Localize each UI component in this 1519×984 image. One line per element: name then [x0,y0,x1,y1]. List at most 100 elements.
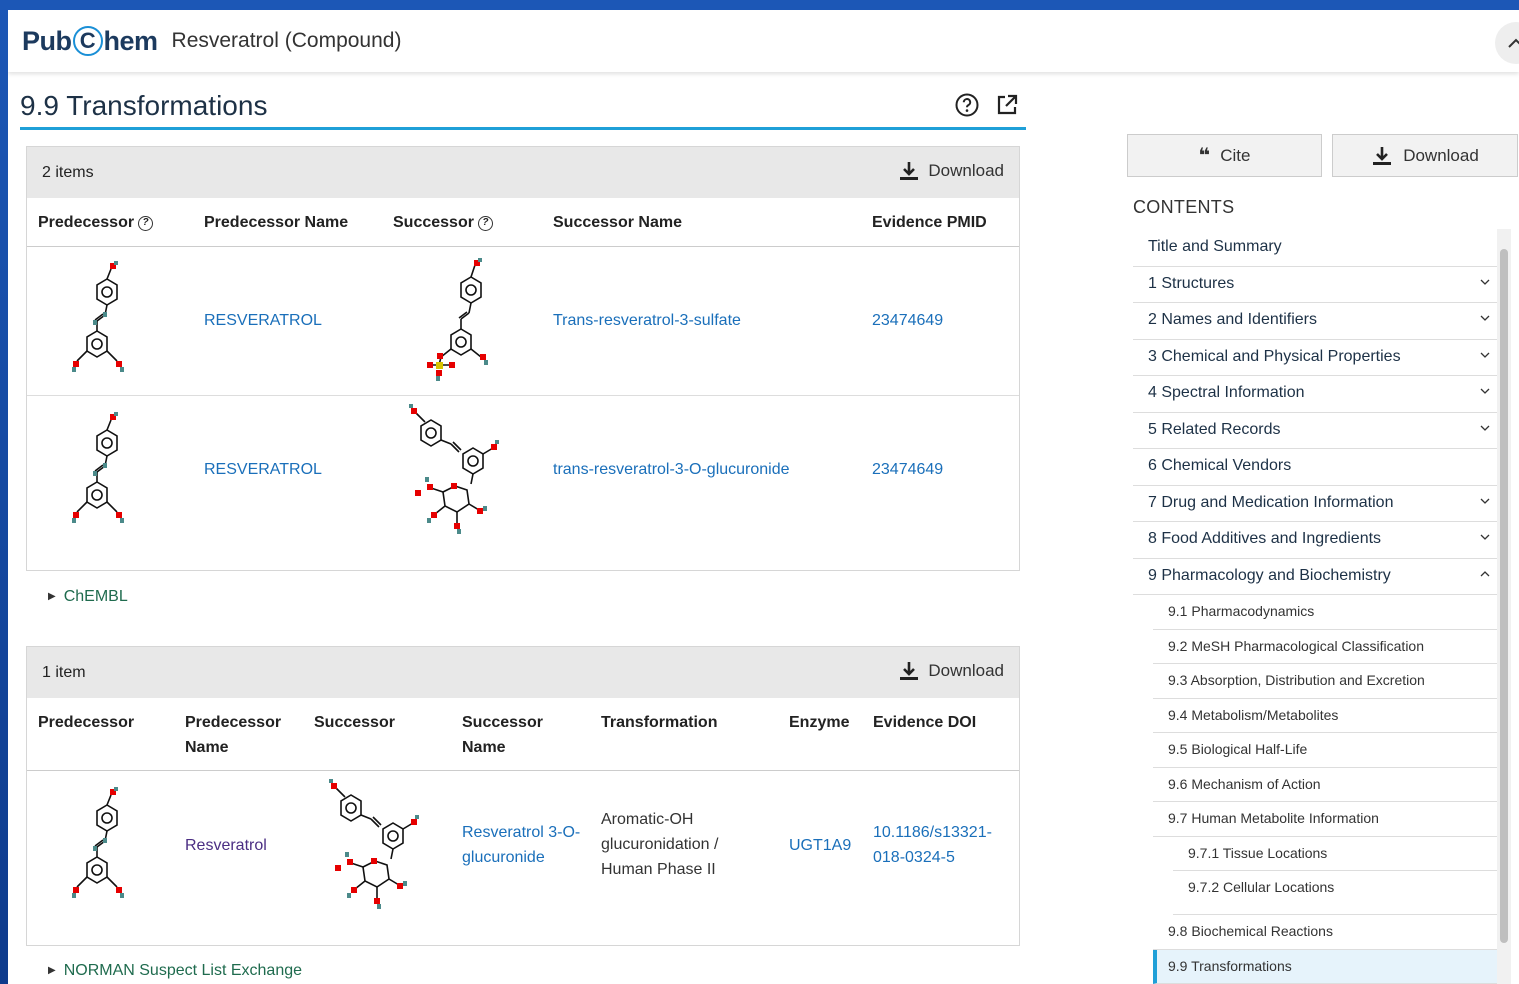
header-evidence-doi[interactable]: Evidence DOI [873,710,976,735]
sidebar-scrollbar[interactable] [1497,229,1511,984]
transformations-table-1: 2 items Download Predecessor? Predecesso… [26,146,1020,571]
logo-text-left: Pub [22,25,72,56]
successor-structure-image[interactable] [327,779,427,911]
download-button[interactable]: Download [898,160,1004,182]
table-row: RESVERATROL [27,247,1019,396]
header-enzyme[interactable]: Enzyme [789,710,849,735]
toc-list: Title and Summary 1 Structures 2 Names a… [1133,230,1501,984]
download-button[interactable]: Download [898,660,1004,682]
chevron-down-icon[interactable] [1479,349,1491,361]
download-icon [900,162,919,180]
header-evidence-pmid[interactable]: Evidence PMID [872,210,987,235]
header-successor[interactable]: Successor [314,710,395,735]
top-bar: Pub C hem Resveratrol (Compound) [8,10,1519,72]
source-label: NORMAN Suspect List Exchange [63,962,303,979]
toc-subitem-human-metabolite[interactable]: 9.7 Human Metabolite Information [1153,802,1501,837]
chevron-down-icon[interactable] [1479,422,1491,434]
toc-subitem-metabolism[interactable]: 9.4 Metabolism/Metabolites [1153,699,1501,733]
toc-item-chemical-physical-properties[interactable]: 3 Chemical and Physical Properties [1133,340,1501,376]
table-row: Resveratrol Resveratrol 3-O-glucuronide … [27,771,1019,945]
toc-item-food-additives[interactable]: 8 Food Additives and Ingredients [1133,522,1501,559]
table-toolbar: 1 item Download [27,647,1019,698]
source-link-norman[interactable]: ▶ NORMAN Suspect List Exchange [48,962,302,980]
pubchem-window: Pub C hem Resveratrol (Compound) 9.9 Tra… [8,10,1519,984]
header-successor[interactable]: Successor? [393,210,493,235]
pmid-link[interactable]: 23474649 [872,308,943,333]
toc-item-title-summary[interactable]: Title and Summary [1133,230,1501,267]
successor-structure-image[interactable] [419,257,509,383]
help-icon[interactable] [954,92,980,118]
successor-structure-image[interactable] [407,404,507,536]
predecessor-name-link[interactable]: RESVERATROL [204,457,322,482]
source-link-chembl[interactable]: ▶ ChEMBL [48,588,128,606]
section-heading: 9.9 Transformations [20,88,1026,130]
chevron-down-icon[interactable] [1479,495,1491,507]
toc-item-pharmacology-biochemistry[interactable]: 9 Pharmacology and Biochemistry [1133,559,1501,595]
pmid-link[interactable]: 23474649 [872,457,943,482]
toc-item-structures[interactable]: 1 Structures [1133,267,1501,303]
chevron-down-icon[interactable] [1479,531,1491,543]
collapse-button[interactable] [1495,22,1519,64]
table-of-contents: Title and Summary 1 Structures 2 Names a… [1127,10,1519,984]
toc-item-related-records[interactable]: 5 Related Records [1133,413,1501,449]
toc-item-chemical-vendors[interactable]: 6 Chemical Vendors [1133,449,1501,486]
predecessor-structure-image[interactable] [67,408,147,534]
enzyme-link[interactable]: UGT1A9 [789,833,851,858]
scrollbar-thumb[interactable] [1500,249,1508,943]
table-row: RESVERATROL [27,396,1019,570]
toc-subitem-mesh-classification[interactable]: 9.2 MeSH Pharmacological Classification [1153,630,1501,664]
help-icon[interactable]: ? [138,216,154,231]
predecessor-structure-image[interactable] [67,257,147,383]
header-predecessor[interactable]: Predecessor [38,710,134,735]
toc-subitem-absorption[interactable]: 9.3 Absorption, Distribution and Excreti… [1153,664,1501,699]
section-title: 9.9 Transformations [20,90,268,121]
predecessor-structure-image[interactable] [67,783,147,909]
logo-text-right: hem [103,25,159,56]
download-label: Download [928,661,1004,680]
download-label: Download [928,161,1004,180]
chevron-up-icon[interactable] [1479,568,1491,580]
transformation-text: Aromatic-OH glucuronidation / Human Phas… [601,811,719,878]
help-icon[interactable]: ? [477,216,493,231]
toc-subitem-tissue-locations[interactable]: 9.7.1 Tissue Locations [1173,837,1501,871]
chevron-down-icon[interactable] [1479,312,1491,324]
chevron-down-icon[interactable] [1479,276,1491,288]
toc-subitem-pharmacodynamics[interactable]: 9.1 Pharmacodynamics [1153,595,1501,630]
toc-subitem-transformations[interactable]: 9.9 Transformations [1153,949,1501,984]
logo-c: C [72,26,103,56]
doi-link[interactable]: 10.1186/s13321-018-0324-5 [873,820,1008,870]
header-successor-name[interactable]: Successor Name [553,210,682,235]
open-external-icon[interactable] [994,92,1020,118]
transformations-table-2: 1 item Download Predecessor Predecessor … [26,646,1020,946]
header-predecessor-name[interactable]: Predecessor Name [185,710,295,760]
header-transformation[interactable]: Transformation [601,710,717,735]
toc-item-names-identifiers[interactable]: 2 Names and Identifiers [1133,303,1501,340]
header-predecessor-name[interactable]: Predecessor Name [204,210,348,235]
toc-subitem-cellular-locations[interactable]: 9.7.2 Cellular Locations [1173,871,1501,915]
toc-subitem-biochemical-reactions[interactable]: 9.8 Biochemical Reactions [1153,915,1501,950]
download-icon [900,662,919,680]
successor-name-link[interactable]: Resveratrol 3-O-glucuronide [462,820,587,870]
item-count: 1 item [42,664,86,681]
chevron-up-icon [1508,38,1519,48]
table-header: Predecessor Predecessor Name Successor S… [27,698,1019,771]
toc-item-spectral-information[interactable]: 4 Spectral Information [1133,376,1501,413]
table-toolbar: 2 items Download [27,147,1019,198]
toc-item-drug-medication[interactable]: 7 Drug and Medication Information [1133,486,1501,522]
successor-name-link[interactable]: Trans-resveratrol-3-sulfate [553,308,741,333]
item-count: 2 items [42,164,94,181]
toc-subitem-mechanism[interactable]: 9.6 Mechanism of Action [1153,768,1501,802]
source-label: ChEMBL [63,588,128,605]
chevron-down-icon[interactable] [1479,385,1491,397]
table-header: Predecessor? Predecessor Name Successor?… [27,198,1019,247]
expand-triangle-icon: ▶ [48,965,56,976]
pubchem-logo[interactable]: Pub C hem [22,26,158,57]
predecessor-name-link[interactable]: RESVERATROL [204,308,322,333]
predecessor-name-link[interactable]: Resveratrol [185,833,267,858]
page-title: Resveratrol (Compound) [171,29,402,52]
successor-name-link[interactable]: trans-resveratrol-3-O-glucuronide [553,457,790,482]
toc-subitem-half-life[interactable]: 9.5 Biological Half-Life [1153,733,1501,768]
header-predecessor[interactable]: Predecessor? [38,210,154,235]
header-successor-name[interactable]: Successor Name [462,710,562,760]
expand-triangle-icon: ▶ [48,591,56,602]
